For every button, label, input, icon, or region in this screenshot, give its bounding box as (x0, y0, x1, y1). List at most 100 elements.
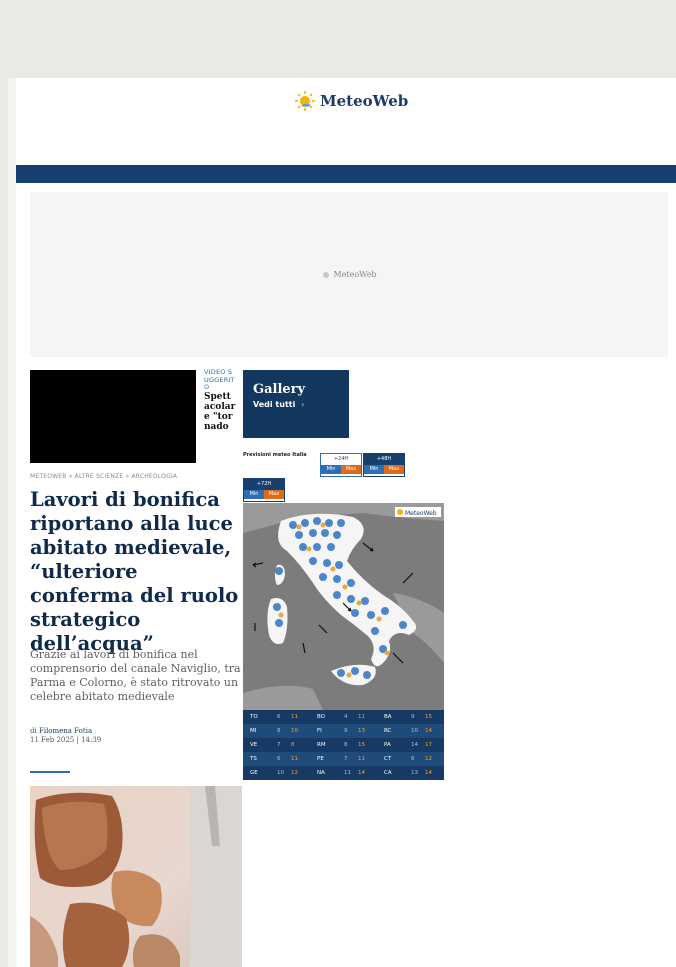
forecast-table-cell[interactable]: NA 11 14 (310, 766, 377, 780)
forecast-table-cell[interactable]: MI 8 10 (243, 724, 310, 738)
forecast-table-cell[interactable]: BA 9 15 (377, 710, 444, 724)
forecast-day-48h[interactable]: +48H Min Max (363, 453, 405, 477)
forecast-min: 7 (277, 742, 281, 748)
forecast-city: RM (317, 742, 326, 748)
forecast-min: 9 (344, 728, 348, 734)
forecast-min: 10 (411, 728, 418, 734)
forecast-table-row: GE 10 12 NA 11 14 CA 13 14 (243, 766, 444, 780)
page: MeteoWeb MeteoWeb VIDEO SUGGERITO Spetta… (16, 78, 676, 967)
forecast-min: Min (244, 490, 264, 499)
forecast-day-72h[interactable]: +72H Min Max (243, 478, 285, 502)
article-headline[interactable]: Lavori di bonifica riportano alla luce a… (30, 488, 240, 656)
gallery-title: Gallery (253, 382, 306, 397)
forecast-table-cell[interactable]: PA 14 17 (377, 738, 444, 752)
forecast-max: 12 (291, 770, 298, 776)
forecast-city: MI (250, 728, 257, 734)
forecast-day-label: +72H (244, 479, 284, 490)
ad-logo-text: MeteoWeb (333, 270, 377, 279)
ad-banner[interactable]: MeteoWeb (30, 192, 668, 357)
site-logo[interactable]: MeteoWeb (294, 90, 408, 112)
gallery-link[interactable]: Vedi tutti › (253, 400, 304, 409)
article-photo-image (30, 786, 242, 967)
gallery-link-text: Vedi tutti (253, 400, 296, 409)
forecast-table-cell[interactable]: TO 6 11 (243, 710, 310, 724)
forecast-max: 8 (291, 742, 295, 748)
logo-text: MeteoWeb (320, 92, 409, 110)
forecast-table-cell[interactable]: CT 6 12 (377, 752, 444, 766)
forecast-max: 14 (425, 770, 432, 776)
chevron-right-icon: › (301, 400, 305, 409)
forecast-max: 15 (358, 742, 365, 748)
ad-logo: MeteoWeb (321, 270, 377, 280)
forecast-city: RC (384, 728, 392, 734)
forecast-max: 11 (291, 714, 298, 720)
forecast-min: 10 (277, 770, 284, 776)
forecast-min: 9 (411, 714, 415, 720)
forecast-min: 13 (411, 770, 418, 776)
ad-sun-icon (323, 271, 330, 278)
forecast-city: PA (384, 742, 391, 748)
article-photo[interactable] (30, 786, 242, 967)
forecast-max: 13 (358, 728, 365, 734)
gallery-box[interactable]: Gallery Vedi tutti › (243, 370, 349, 438)
video-suggested-title: Spettacolare "tornado (204, 391, 236, 432)
forecast-table-row: TS 6 11 PE 7 11 CT 6 12 (243, 752, 444, 766)
forecast-min: Min (364, 465, 384, 474)
forecast-day-24h[interactable]: +24H Min Max (320, 453, 362, 477)
forecast-table-cell[interactable]: PE 7 11 (310, 752, 377, 766)
italy-map-image: MeteoWeb (243, 503, 444, 710)
forecast-min: 6 (277, 756, 281, 762)
forecast-city: VE (250, 742, 258, 748)
forecast-table-cell[interactable]: FI 9 13 (310, 724, 377, 738)
forecast-day-label: +24H (321, 454, 361, 465)
article-date: 11 Feb 2025 | 14:39 (30, 736, 102, 744)
forecast-city: FI (317, 728, 322, 734)
article-byline: di Filomena Fotia 11 Feb 2025 | 14:39 (30, 727, 101, 745)
forecast-table-cell[interactable]: CA 13 14 (377, 766, 444, 780)
weather-map[interactable]: MeteoWeb (243, 503, 444, 710)
forecast-max: 10 (291, 728, 298, 734)
map-logo-text: MeteoWeb (405, 510, 437, 517)
forecast-max: 11 (358, 756, 365, 762)
forecast-table: TO 6 11 BO 4 11 BA 9 15 MI 8 10 FI 9 13 RC 10 14 VE 7 8 RM 8 15… (243, 710, 444, 780)
forecast-table-cell[interactable]: RC 10 14 (377, 724, 444, 738)
forecast-max: Max (264, 490, 284, 499)
forecast-city: BO (317, 714, 326, 720)
forecast-table-cell[interactable]: RM 8 15 (310, 738, 377, 752)
forecast-city: TS (250, 756, 257, 762)
forecast-min: 8 (277, 728, 281, 734)
forecast-max: 14 (425, 728, 432, 734)
forecast-max: 17 (425, 742, 432, 748)
author-link[interactable]: Filomena Fotia (39, 727, 92, 735)
forecast-day-label: +48H (364, 454, 404, 465)
forecast-city: TO (250, 714, 258, 720)
forecast-city: BA (384, 714, 392, 720)
forecast-min: Min (321, 465, 341, 474)
video-suggestion[interactable]: VIDEO SUGGERITO Spettacolare "tornado (204, 369, 236, 465)
forecast-max: 14 (358, 770, 365, 776)
forecast-table-cell[interactable]: BO 4 11 (310, 710, 377, 724)
video-suggested-tag: VIDEO SUGGERITO (204, 369, 235, 391)
forecast-max: 11 (358, 714, 365, 720)
forecast-city: GE (250, 770, 258, 776)
forecast-max: 15 (425, 714, 432, 720)
forecast-table-row: VE 7 8 RM 8 15 PA 14 17 (243, 738, 444, 752)
byline-prefix: di (30, 727, 37, 735)
forecast-max: 11 (291, 756, 298, 762)
forecast-label: Previsioni meteo Italia (243, 452, 307, 458)
forecast-city: CA (384, 770, 392, 776)
forecast-min: 6 (277, 714, 281, 720)
forecast-min: 4 (344, 714, 348, 720)
main-navbar[interactable] (16, 165, 676, 183)
breadcrumb[interactable]: METEOWEB » ALTRE SCIENZE » ARCHEOLOGIA (30, 473, 177, 480)
forecast-table-cell[interactable]: GE 10 12 (243, 766, 310, 780)
forecast-table-row: TO 6 11 BO 4 11 BA 9 15 (243, 710, 444, 724)
video-player[interactable] (30, 370, 196, 463)
forecast-city: CT (384, 756, 392, 762)
forecast-table-cell[interactable]: TS 6 11 (243, 752, 310, 766)
forecast-table-row: MI 8 10 FI 9 13 RC 10 14 (243, 724, 444, 738)
forecast-table-cell[interactable]: VE 7 8 (243, 738, 310, 752)
sun-logo-icon (295, 91, 315, 111)
forecast-city: PE (317, 756, 324, 762)
forecast-city: NA (317, 770, 325, 776)
